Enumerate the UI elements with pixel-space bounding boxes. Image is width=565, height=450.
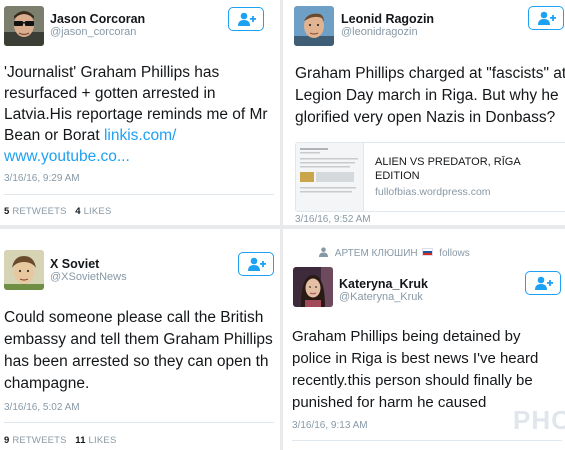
avatar[interactable] [294,6,334,46]
link-preview-domain[interactable]: fullofbias.wordpress.com [375,186,491,198]
like-count[interactable]: 11 [75,435,85,446]
follow-person-plus-icon [535,276,553,290]
tweet-text: Graham Phillips being detained by police… [292,326,538,414]
author-handle[interactable]: @XSovietNews [50,271,127,283]
tweet-line: Bean or Borat [4,127,104,144]
link-preview-thumbnail [296,143,364,211]
link-preview-title-line: ALIEN VS PREDATOR, RĪGA [375,156,521,168]
author-handle[interactable]: @jason_corcoran [50,26,136,38]
follow-button[interactable] [238,252,274,276]
tweet-text: Could someone please call the British em… [4,307,273,395]
tweet-line: glorified very open Nazis in Donbass? [295,109,556,126]
link-preview-title-line: EDITION [375,170,420,182]
author-name[interactable]: Jason Corcoran [50,12,145,26]
tweet-text: Graham Phillips charged at "fascists" at… [295,63,565,129]
tweet-stats: 9 RETWEETS 11 LIKES [4,435,116,446]
divider [292,440,562,441]
retweets-label[interactable]: RETWEETS [12,206,66,217]
retweet-count[interactable]: 5 [4,206,9,217]
link-preview-card[interactable]: ALIEN VS PREDATOR, RĪGA EDITION fullofbi… [295,142,565,212]
author-name[interactable]: Kateryna_Kruk [339,277,428,291]
person-icon [319,247,328,260]
retweets-label[interactable]: RETWEETS [12,435,66,446]
follow-person-plus-icon [538,11,556,25]
link-preview-title[interactable]: ALIEN VS PREDATOR, RĪGA EDITION [375,155,521,183]
follow-person-plus-icon [248,257,266,271]
tweet-timestamp[interactable]: 3/16/16, 9:52 AM [295,214,371,225]
tweet-line: Latvia.His reportage reminds me of Mr [4,106,268,123]
tweet-line: Graham Phillips being detained by [292,328,521,345]
tweet-line: police in Riga is best news I've heard [292,350,539,367]
author-name[interactable]: X Soviet [50,257,99,271]
watermark-text: PHOTO [513,405,565,435]
russia-flag-icon [422,248,434,256]
follow-button[interactable] [525,271,561,295]
likes-label[interactable]: LIKES [84,206,112,217]
social-context: АРТЕМ КЛЮШИН follows [319,247,470,260]
tweet-timestamp[interactable]: 3/16/16, 9:29 AM [4,173,80,184]
tweet-line: recently.this person should finally be [292,372,533,389]
tweet-line: Graham Phillips charged at "fascists" at [295,65,565,82]
tweet-timestamp[interactable]: 3/16/16, 9:13 AM [292,420,368,431]
avatar[interactable] [4,6,44,46]
tweet-leonid-ragozin: Leonid Ragozin @leonidragozin Graham Phi… [283,0,565,225]
avatar[interactable] [293,267,333,307]
tweet-x-soviet: X Soviet @XSovietNews Could someone plea… [0,229,280,450]
follow-person-plus-icon [238,12,256,26]
tweet-link[interactable]: linkis.com/ [104,127,176,144]
author-name[interactable]: Leonid Ragozin [341,12,434,26]
author-handle[interactable]: @Kateryna_Kruk [339,291,423,303]
tweet-line: has been arrested so they can open th [4,353,269,370]
tweet-line: punished for harm he caused [292,394,487,411]
avatar[interactable] [4,250,44,290]
divider [4,422,274,423]
tweet-line: embassy and tell them Graham Phillips [4,331,273,348]
like-count[interactable]: 4 [75,206,80,217]
tweet-line: Could someone please call the British [4,309,264,326]
context-follows: follows [439,248,470,259]
follow-button[interactable] [528,6,564,30]
tweet-line: Legion Day march in Riga. But why he [295,87,559,104]
tweet-kateryna-kruk: АРТЕМ КЛЮШИН follows Kateryna_Kruk @Kate… [283,229,565,450]
tweet-stats: 5 RETWEETS 4 LIKES [4,206,112,217]
tweet-line: champagne. [4,375,90,392]
likes-label[interactable]: LIKES [89,435,117,446]
tweet-line: 'Journalist' Graham Phillips has [4,64,220,81]
tweet-line: resurfaced + gotten arrested in [4,85,216,102]
retweet-count[interactable]: 9 [4,435,9,446]
divider [4,194,274,195]
tweet-link[interactable]: www.youtube.co... [4,146,268,167]
tweet-timestamp[interactable]: 3/16/16, 5:02 AM [4,402,80,413]
follow-button[interactable] [228,7,264,31]
tweet-jason-corcoran: Jason Corcoran @jason_corcoran 'Journali… [0,0,280,225]
author-handle[interactable]: @leonidragozin [341,26,418,38]
tweet-text: 'Journalist' Graham Phillips has resurfa… [4,62,268,167]
context-user[interactable]: АРТЕМ КЛЮШИН [335,248,418,259]
